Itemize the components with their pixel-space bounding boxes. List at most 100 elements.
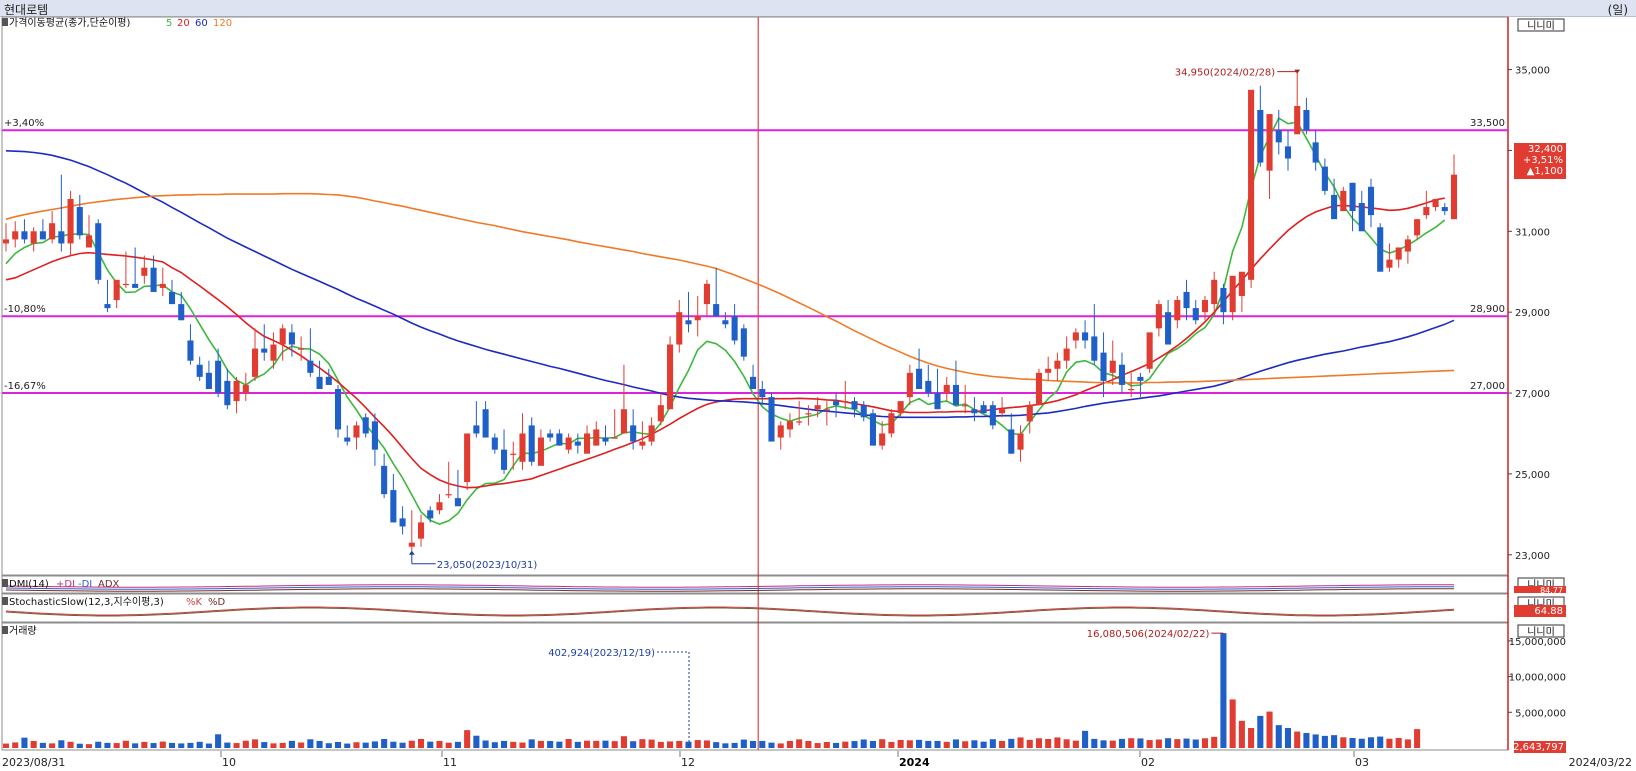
volume-bar[interactable] [1174, 739, 1181, 748]
volume-bar[interactable] [639, 739, 646, 748]
volume-bar[interactable] [408, 740, 415, 748]
candle[interactable] [464, 433, 471, 491]
volume-bar[interactable] [473, 735, 480, 748]
volume-bar[interactable] [417, 739, 425, 748]
candle[interactable] [869, 409, 876, 446]
volume-bar[interactable] [1026, 739, 1033, 748]
volume-bar[interactable] [427, 741, 434, 748]
volume-bar[interactable] [1109, 740, 1116, 748]
volume-bar[interactable] [842, 741, 849, 748]
volume-bar[interactable] [952, 739, 960, 748]
volume-bar[interactable] [999, 741, 1006, 748]
volume-bar[interactable] [750, 741, 757, 748]
volume-bar[interactable] [95, 741, 102, 748]
volume-bar[interactable] [491, 742, 498, 748]
volume-bar[interactable] [1257, 715, 1264, 748]
volume-bar[interactable] [381, 739, 388, 748]
volume-bar[interactable] [39, 742, 46, 748]
volume-bar[interactable] [1266, 711, 1273, 748]
volume-bar[interactable] [547, 741, 554, 748]
volume-bar[interactable] [1118, 738, 1126, 748]
volume-bar[interactable] [1008, 738, 1015, 748]
volume-bar[interactable] [390, 741, 397, 748]
volume-bar[interactable] [888, 741, 895, 748]
volume-bar[interactable] [519, 742, 526, 749]
volume-bar[interactable] [12, 742, 19, 748]
volume-bar[interactable] [353, 742, 360, 748]
volume-bar[interactable] [916, 739, 923, 748]
volume-bar[interactable] [168, 742, 176, 748]
volume-bar[interactable] [833, 742, 840, 748]
stock-chart[interactable]: +3,40% 33,500 -10,80% 28,900 -16,67% 27,000 35… [0, 0, 1636, 771]
volume-bar[interactable] [1017, 737, 1024, 748]
volume-bar[interactable] [731, 742, 738, 748]
volume-bar[interactable] [1192, 739, 1199, 749]
volume-bar[interactable] [334, 742, 342, 748]
volume-bar[interactable] [141, 741, 148, 748]
volume-bar[interactable] [814, 743, 821, 748]
volume-bar[interactable] [196, 741, 203, 748]
volume-bar[interactable] [962, 741, 969, 748]
volume-bar[interactable] [85, 744, 93, 748]
volume-bar[interactable] [897, 740, 904, 748]
volume-bar[interactable] [537, 740, 544, 748]
volume-bar[interactable] [1349, 738, 1356, 748]
volume-bar[interactable] [178, 743, 185, 748]
volume-bar[interactable] [205, 743, 212, 748]
volume-bar[interactable] [860, 739, 867, 749]
volume-bar[interactable] [777, 743, 784, 748]
candle[interactable] [1377, 223, 1384, 272]
volume-bar[interactable] [436, 741, 443, 748]
volume-bar[interactable] [657, 741, 664, 748]
volume-bar[interactable] [30, 741, 37, 748]
volume-bar[interactable] [21, 737, 28, 748]
volume-bar[interactable] [722, 743, 729, 748]
volume-bar[interactable] [934, 740, 941, 748]
volume-bar[interactable] [104, 742, 111, 748]
volume-bar[interactable] [648, 739, 655, 748]
candle[interactable] [667, 336, 674, 410]
volume-bar[interactable] [1404, 739, 1411, 748]
volume-bar[interactable] [593, 740, 600, 748]
volume-bar[interactable] [1146, 740, 1153, 748]
volume-bar[interactable] [1054, 737, 1061, 748]
volume-bar[interactable] [1312, 734, 1319, 748]
volume-bar[interactable] [1238, 720, 1245, 748]
volume-bar[interactable] [113, 743, 120, 748]
volume-bar[interactable] [667, 741, 674, 748]
volume-bar[interactable] [1082, 730, 1089, 748]
volume-bar[interactable] [1377, 736, 1384, 748]
volume-bar[interactable] [1248, 728, 1255, 748]
volume-bar[interactable] [1063, 739, 1070, 748]
volume-bar[interactable] [1386, 738, 1393, 748]
candle[interactable] [740, 324, 747, 361]
volume-bar[interactable] [1275, 725, 1282, 748]
volume-bar[interactable] [1137, 738, 1144, 748]
volume-bar[interactable] [1331, 735, 1338, 748]
volume-bar[interactable] [67, 741, 74, 748]
volume-bar[interactable] [279, 742, 286, 748]
volume-bar[interactable] [1035, 738, 1043, 748]
volume-bar[interactable] [694, 740, 701, 748]
volume-bar[interactable] [49, 743, 56, 748]
volume-bar[interactable] [851, 741, 858, 748]
volume-bar[interactable] [602, 740, 609, 748]
volume-bar[interactable] [482, 740, 489, 749]
volume-bar[interactable] [270, 743, 277, 748]
volume-bar[interactable] [980, 741, 987, 748]
volume-bar[interactable] [251, 739, 259, 748]
volume-bar[interactable] [713, 742, 720, 748]
volume-bar[interactable] [1128, 738, 1135, 748]
volume-bar[interactable] [1155, 739, 1162, 749]
volume-bar[interactable] [224, 742, 231, 748]
volume-bar[interactable] [703, 740, 710, 748]
volume-bar[interactable] [676, 741, 683, 748]
volume-bar[interactable] [233, 743, 240, 748]
volume-bar[interactable] [261, 742, 268, 748]
volume-bar[interactable] [989, 739, 996, 748]
volume-bar[interactable] [150, 743, 157, 748]
volume-bar[interactable] [76, 743, 83, 748]
volume-bar[interactable] [500, 740, 508, 748]
volume-bar[interactable] [288, 740, 295, 748]
volume-bar[interactable] [510, 741, 517, 748]
